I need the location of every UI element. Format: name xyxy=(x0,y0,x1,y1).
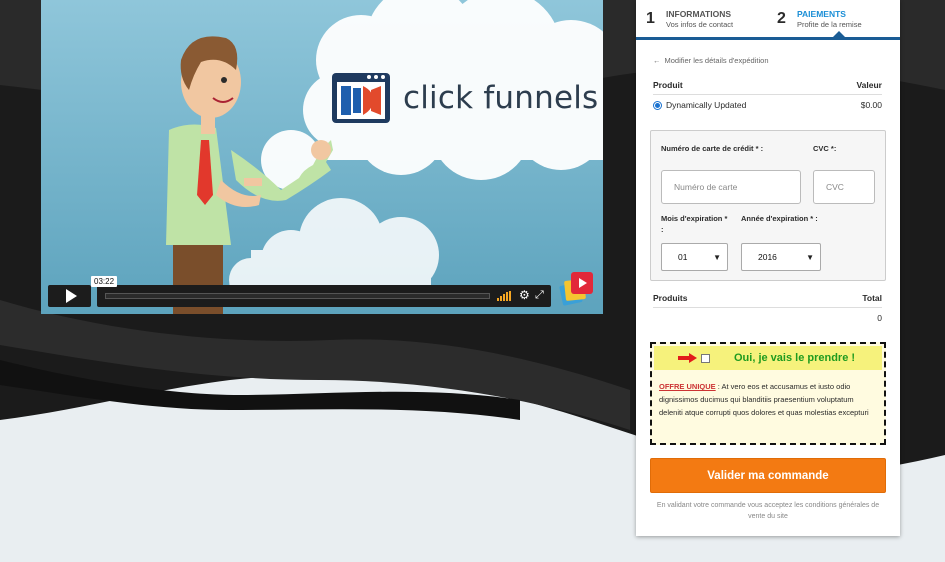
play-button[interactable] xyxy=(48,285,91,307)
product-name: Dynamically Updated xyxy=(666,100,747,110)
submit-order-button[interactable]: Valider ma commande xyxy=(650,458,886,493)
order-bump: Oui, je vais le prendre ! OFFRE UNIQUE :… xyxy=(650,342,886,445)
step-informations[interactable]: 1 INFORMATIONS Vos infos de contact xyxy=(646,4,733,34)
active-step-indicator xyxy=(833,31,845,37)
expiry-year-value: 2016 xyxy=(758,252,777,262)
order-bump-header: Oui, je vais le prendre ! xyxy=(654,346,882,370)
card-number-label: Numéro de carte de crédit * : xyxy=(661,144,764,153)
progress-track[interactable] xyxy=(105,293,490,299)
edit-shipping-label: Modifier les détails d'expédition xyxy=(664,56,769,65)
offer-label: OFFRE UNIQUE xyxy=(659,382,716,391)
step-title: INFORMATIONS xyxy=(666,9,732,19)
gear-icon[interactable]: ⚙ xyxy=(519,289,531,301)
video-frame-illustration xyxy=(41,0,603,314)
clickfunnels-logo: click funnels xyxy=(331,72,598,124)
video-controls: ⚙ ⤢ 03:22 xyxy=(48,276,551,307)
card-number-input[interactable]: Numéro de carte xyxy=(661,170,801,204)
expiry-month-value: 01 xyxy=(678,252,688,262)
arrow-right-icon xyxy=(678,353,698,363)
step-title: PAIEMENTS xyxy=(797,9,846,19)
col-value: Valeur xyxy=(856,80,882,90)
expiry-month-select[interactable]: 01 ▼ xyxy=(661,243,728,271)
expiry-year-select[interactable]: 2016 ▼ xyxy=(741,243,821,271)
order-bump-description: OFFRE UNIQUE : At vero eos et accusamus … xyxy=(659,380,878,419)
cvc-input[interactable]: CVC xyxy=(813,170,875,204)
product-row: Dynamically Updated $0.00 xyxy=(653,100,882,110)
terms-text: En validant votre commande vous acceptez… xyxy=(656,502,880,520)
edit-shipping-link[interactable]: ← Modifier les détails d'expédition xyxy=(653,56,769,65)
step-number: 2 xyxy=(777,10,786,27)
chevron-down-icon: ▼ xyxy=(713,253,721,262)
product-price: $0.00 xyxy=(860,100,882,110)
expiry-month-label: Mois d'expiration * : xyxy=(661,214,728,234)
step-subtitle: Vos infos de contact xyxy=(666,20,734,29)
step-paiements[interactable]: 2 PAIEMENTS Profite de la remise xyxy=(777,4,862,34)
col-total: Total xyxy=(862,293,882,303)
video-timecode: 03:22 xyxy=(91,276,118,287)
product-radio[interactable] xyxy=(653,100,662,110)
checkout-panel: 1 INFORMATIONS Vos infos de contact 2 PA… xyxy=(636,0,900,536)
payment-form: Numéro de carte de crédit * : CVC *: Num… xyxy=(650,130,886,281)
product-table-header: Produit Valeur xyxy=(653,80,882,95)
clickfunnels-logo-text: click funnels xyxy=(403,80,599,116)
clickfunnels-logo-icon xyxy=(332,73,390,123)
summary-header: Produits Total xyxy=(653,293,882,308)
checkout-steps: 1 INFORMATIONS Vos infos de contact 2 PA… xyxy=(636,0,900,40)
col-products: Produits xyxy=(653,293,688,303)
cvc-label: CVC *: xyxy=(813,144,837,153)
order-bump-checkbox[interactable] xyxy=(701,353,710,363)
volume-icon[interactable] xyxy=(497,291,511,301)
step-subtitle: Profite de la remise xyxy=(797,20,862,29)
video-player[interactable]: click funnels ⚙ ⤢ 03:22 xyxy=(41,0,603,314)
arrow-left-icon: ← xyxy=(653,56,661,65)
step-number: 1 xyxy=(646,10,655,27)
play-icon xyxy=(65,289,77,303)
vimeo-icon[interactable] xyxy=(559,270,595,306)
fullscreen-icon[interactable]: ⤢ xyxy=(535,289,547,301)
expiry-year-label: Année d'expiration * : xyxy=(741,214,818,223)
control-bar: ⚙ ⤢ xyxy=(97,285,551,307)
chevron-down-icon: ▼ xyxy=(806,253,814,262)
summary-total: 0 xyxy=(877,313,882,323)
col-product: Produit xyxy=(653,80,683,90)
order-bump-title: Oui, je vais le prendre ! xyxy=(734,352,856,364)
